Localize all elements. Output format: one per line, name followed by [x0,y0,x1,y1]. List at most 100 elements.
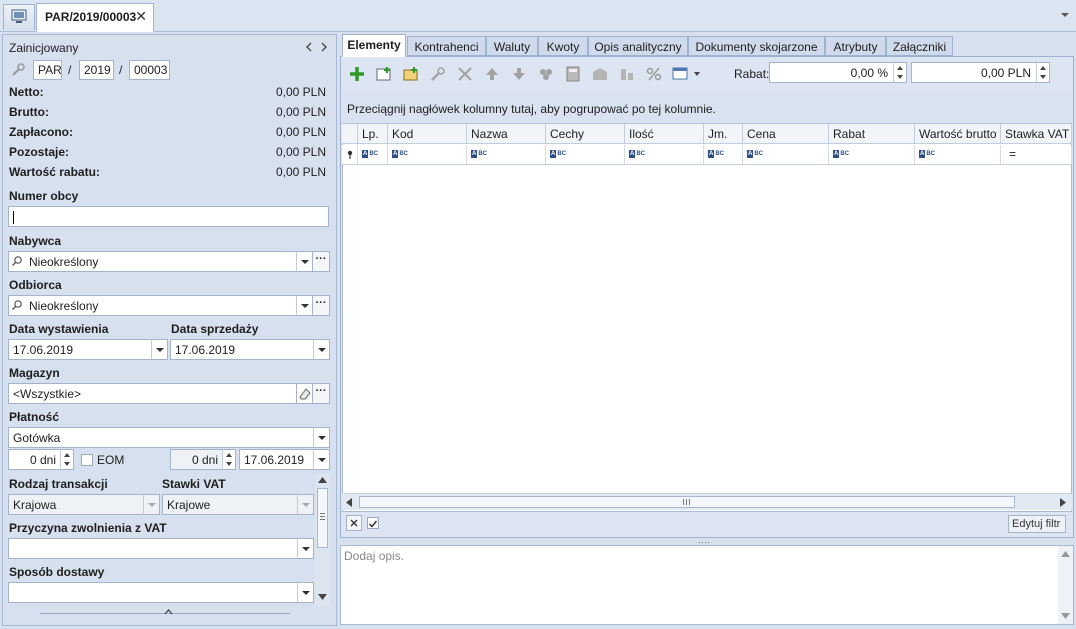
termin-days2-spinner[interactable] [222,449,236,470]
scroll-down-icon[interactable] [1061,613,1070,619]
platnosc-select[interactable]: Gotówka [8,427,314,448]
search-icon[interactable] [11,299,23,311]
clear-filter-button[interactable] [346,515,362,531]
filter-cell-kod[interactable]: A BC [388,145,467,165]
column-header-stawka-vat[interactable]: Stawka VAT [1001,124,1072,144]
home-tab[interactable] [3,4,35,30]
add-from-document-icon[interactable] [402,66,420,82]
scrollbar-thumb[interactable] [359,496,1015,508]
warehouse-icon[interactable] [591,66,609,82]
data-sprzedazy-calendar-button[interactable] [313,339,330,360]
odbiorca-field[interactable]: Nieokreślony [8,295,297,316]
chevron-left-icon[interactable] [304,42,314,52]
scroll-up-icon[interactable] [318,477,327,483]
calculator-icon[interactable] [564,66,582,82]
scroll-right-icon[interactable] [1060,498,1066,507]
left-panel-scrollbar[interactable] [315,474,330,606]
filter-cell-jm[interactable]: A BC [704,145,743,165]
column-header-rabat[interactable]: Rabat [829,124,915,144]
data-wystawienia-calendar-button[interactable] [151,339,168,360]
rabat-percent-spinner[interactable] [893,62,907,83]
filter-cell-lp[interactable]: A BC [358,145,388,165]
filter-cell-cena[interactable]: A BC [743,145,829,165]
edit-filter-button[interactable]: Edytuj filtr [1008,515,1066,533]
column-header-ilosc[interactable]: Ilość [625,124,704,144]
nabywca-dropdown-button[interactable] [296,251,313,272]
tab-dokumenty-skojarzone[interactable]: Dokumenty skojarzone [688,36,825,56]
data-sprzedazy-input[interactable]: 17.06.2019 [170,339,314,360]
filter-cell-wartosc-brutto[interactable]: A BC [915,145,1001,165]
column-header-wartosc-brutto[interactable]: Wartość brutto [915,124,1001,144]
filter-enabled-checkbox[interactable] [367,517,379,529]
tab-zalaczniki[interactable]: Załączniki [886,36,953,56]
termin-date-input[interactable]: 17.06.2019 [239,449,314,470]
column-header-cechy[interactable]: Cechy [546,124,625,144]
document-tab[interactable]: PAR/2019/00003 ✕ [36,3,154,32]
column-header-kod[interactable]: Kod [388,124,467,144]
rodzaj-transakcji-select[interactable]: Krajowa [8,494,144,515]
nabywca-field[interactable]: Nieokreślony [8,251,297,272]
platnosc-dropdown-button[interactable] [313,427,330,448]
rodzaj-transakcji-dropdown-button[interactable] [143,494,160,515]
grid-horizontal-scrollbar[interactable] [342,493,1072,510]
collapse-chevron-up-icon[interactable] [164,609,173,615]
search-icon[interactable] [11,255,23,267]
tab-list-chevron-down-icon[interactable] [1060,10,1070,20]
stawki-vat-select[interactable]: Krajowe [162,494,298,515]
filter-cell-cechy[interactable]: A BC [546,145,625,165]
numer-obcy-input[interactable] [8,206,329,227]
number-seq-field[interactable]: 00003 [129,60,170,80]
tab-waluty[interactable]: Waluty [486,36,538,56]
scroll-down-icon[interactable] [318,594,327,600]
wrench-icon[interactable] [10,62,26,78]
odbiorca-more-button[interactable]: ··· [312,295,330,316]
column-header-nazwa[interactable]: Nazwa [467,124,546,144]
tab-kontrahenci[interactable]: Kontrahenci [407,36,486,56]
description-scrollbar[interactable] [1058,546,1073,624]
termin-date-calendar-button[interactable] [313,449,330,470]
stawki-vat-dropdown-button[interactable] [297,494,314,515]
tab-atrybuty[interactable]: Atrybuty [825,36,886,56]
rabat-amount-spinner[interactable] [1036,62,1050,83]
sposob-dostawy-select[interactable] [8,582,298,603]
move-down-icon[interactable] [510,66,528,82]
view-options-icon[interactable] [672,66,702,82]
chevron-right-icon[interactable] [319,42,329,52]
filter-cell-nazwa[interactable]: A BC [467,145,546,165]
rabat-amount-input[interactable]: 0,00 PLN [911,62,1037,83]
przyczyna-zwolnienia-select[interactable] [8,538,298,559]
sposob-dostawy-dropdown-button[interactable] [297,582,314,603]
odbiorca-dropdown-button[interactable] [296,295,313,316]
filter-cell-stawka-vat[interactable]: = [1001,145,1072,165]
magazyn-field[interactable]: <Wszystkie> [8,383,297,404]
column-header-cena[interactable]: Cena [743,124,829,144]
number-prefix-field[interactable]: PAR [33,60,62,80]
tab-elementy[interactable]: Elementy [342,34,406,57]
magazyn-clear-button[interactable] [296,383,313,404]
nabywca-more-button[interactable]: ··· [312,251,330,272]
add-icon[interactable] [348,66,366,82]
filter-cell-ilosc[interactable]: A BC [625,145,704,165]
scroll-left-icon[interactable] [346,498,352,507]
discount-icon[interactable] [645,66,663,82]
termin-days2-input[interactable]: 0 dni [170,449,223,470]
eom-checkbox[interactable] [81,454,93,466]
delete-icon[interactable] [456,66,474,82]
number-year-field[interactable]: 2019 [79,60,114,80]
tab-kwoty[interactable]: Kwoty [538,36,588,56]
column-header-lp[interactable]: Lp. [358,124,388,144]
group-icon[interactable] [537,66,555,82]
rabat-percent-input[interactable]: 0,00 % [769,62,894,83]
column-header-jm[interactable]: Jm. [704,124,743,144]
filter-cell-rabat[interactable]: A BC [829,145,915,165]
move-up-icon[interactable] [483,66,501,82]
termin-days-spinner[interactable] [60,449,74,470]
close-icon[interactable]: ✕ [135,8,147,25]
magazyn-more-button[interactable]: ··· [312,383,330,404]
termin-days-input[interactable]: 0 dni [8,449,61,470]
scrollbar-thumb[interactable] [317,488,328,548]
edit-wrench-icon[interactable] [429,66,447,82]
przyczyna-zwolnienia-dropdown-button[interactable] [297,538,314,559]
tab-opis-analityczny[interactable]: Opis analityczny [588,36,688,56]
description-textarea[interactable]: Dodaj opis. [340,545,1074,625]
